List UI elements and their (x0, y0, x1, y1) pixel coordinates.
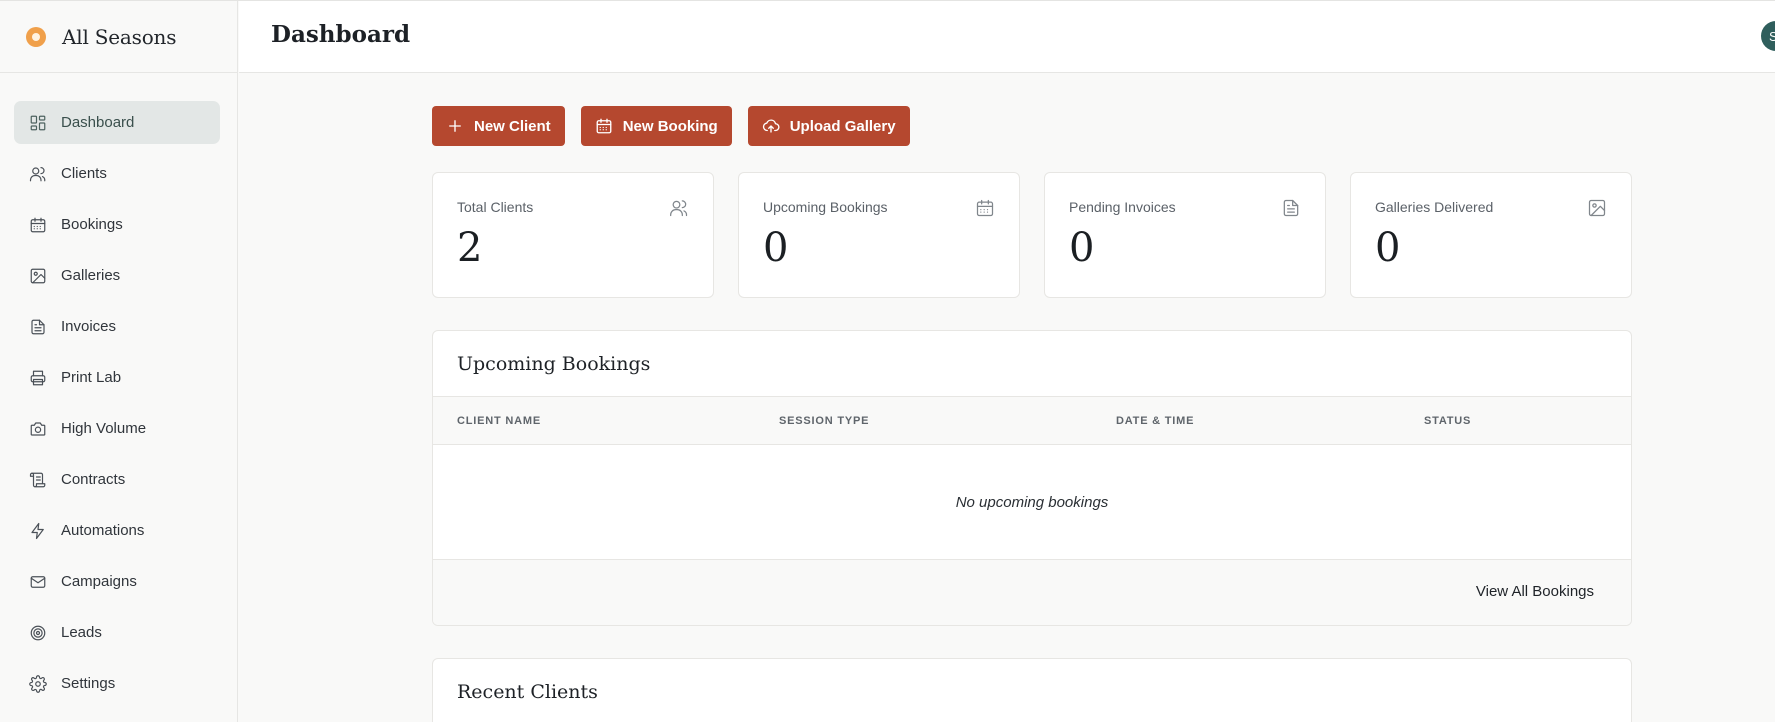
dashboard-icon (29, 114, 47, 132)
sidebar-item-invoices[interactable]: Invoices (14, 305, 220, 348)
calendar-icon (29, 216, 47, 234)
image-icon (29, 267, 47, 285)
calendar-icon (975, 198, 995, 218)
stat-value: 2 (457, 225, 483, 271)
panel-title: Upcoming Bookings (433, 331, 1631, 397)
sidebar-item-label: Print Lab (61, 369, 122, 386)
new-client-button[interactable]: New Client (432, 106, 565, 146)
plus-icon (449, 120, 461, 132)
stat-value: 0 (763, 225, 789, 271)
column-header: DATE & TIME (1116, 415, 1195, 427)
sidebar-item-automations[interactable]: Automations (14, 509, 220, 552)
new-booking-label: New Booking (622, 117, 718, 135)
target-icon (29, 624, 47, 642)
new-booking-button[interactable]: New Booking (580, 106, 732, 146)
stat-card-upcoming-bookings: Upcoming Bookings 0 (738, 172, 1020, 298)
view-all-bookings-link[interactable]: View All Bookings (1476, 583, 1594, 600)
sidebar-item-label: Automations (61, 522, 145, 539)
sidebar-item-label: Campaigns (61, 573, 137, 590)
sidebar-item-settings[interactable]: Settings (14, 662, 220, 705)
stat-card-galleries-delivered: Galleries Delivered 0 (1350, 172, 1632, 298)
sidebar-item-galleries[interactable]: Galleries (14, 254, 220, 297)
panel-title: Recent Clients (457, 681, 598, 703)
sidebar-item-bookings[interactable]: Bookings (14, 203, 220, 246)
stat-label: Upcoming Bookings (763, 199, 888, 215)
brand-logo-icon (26, 26, 46, 47)
avatar[interactable]: S (1761, 21, 1775, 51)
sidebar-item-campaigns[interactable]: Campaigns (14, 560, 220, 603)
users-icon (29, 165, 47, 183)
sidebar-item-label: Contracts (61, 471, 126, 488)
cloud-upload-icon (762, 119, 780, 133)
sidebar-item-dashboard[interactable]: Dashboard (14, 101, 220, 144)
stat-card-total-clients: Total Clients 2 (432, 172, 714, 298)
stat-value: 0 (1375, 225, 1401, 271)
column-header: STATUS (1424, 415, 1472, 427)
sidebar-item-high-volume[interactable]: High Volume (14, 407, 220, 450)
document-icon (1281, 198, 1301, 218)
sidebar-item-leads[interactable]: Leads (14, 611, 220, 654)
printer-icon (29, 369, 47, 387)
column-header: SESSION TYPE (779, 415, 870, 427)
recent-clients-panel: Recent Clients (432, 658, 1632, 722)
new-client-label: New Client (474, 117, 551, 135)
upcoming-bookings-panel: Upcoming Bookings CLIENT NAME SESSION TY… (432, 330, 1632, 626)
top-header: Dashboard S (239, 1, 1775, 73)
table-header: CLIENT NAME SESSION TYPE DATE & TIME STA… (433, 397, 1631, 445)
sidebar-item-label: Galleries (61, 267, 121, 284)
sidebar: All Seasons Dashboard Clients Bookings G… (0, 1, 238, 722)
sidebar-item-label: Leads (61, 624, 102, 641)
page-title: Dashboard (271, 21, 411, 48)
stat-value: 0 (1069, 225, 1095, 271)
users-icon (669, 198, 689, 218)
sidebar-item-label: Bookings (61, 216, 123, 233)
image-icon (1587, 198, 1607, 218)
sidebar-item-label: Dashboard (61, 114, 135, 131)
quick-actions: New Client New Booking Upload Gallery (432, 106, 1632, 146)
main-content: New Client New Booking Upload Gallery To… (432, 106, 1632, 722)
brand-name: All Seasons (62, 24, 177, 49)
camera-icon (29, 420, 47, 438)
sidebar-item-print-lab[interactable]: Print Lab (14, 356, 220, 399)
sidebar-item-label: High Volume (61, 420, 147, 437)
stat-label: Galleries Delivered (1375, 199, 1494, 215)
stats-row: Total Clients 2 Upcoming Bookings 0 Pend… (432, 172, 1632, 298)
sidebar-item-clients[interactable]: Clients (14, 152, 220, 195)
empty-state: No upcoming bookings (433, 445, 1631, 560)
stat-label: Total Clients (457, 199, 534, 215)
bolt-icon (29, 522, 47, 540)
sidebar-item-contracts[interactable]: Contracts (14, 458, 220, 501)
app-root: All Seasons Dashboard Clients Bookings G… (0, 0, 1775, 722)
panel-footer: View All Bookings (433, 560, 1631, 625)
scroll-icon (29, 471, 47, 489)
stat-label: Pending Invoices (1069, 199, 1176, 215)
calendar-icon (596, 118, 612, 134)
sidebar-item-label: Settings (61, 675, 116, 692)
sidebar-item-label: Clients (61, 165, 107, 182)
mail-icon (29, 573, 47, 591)
upload-gallery-button[interactable]: Upload Gallery (747, 106, 910, 146)
upload-gallery-label: Upload Gallery (789, 117, 896, 135)
sidebar-nav: Dashboard Clients Bookings Galleries Inv… (0, 73, 237, 705)
brand[interactable]: All Seasons (0, 1, 237, 73)
column-header: CLIENT NAME (457, 415, 541, 427)
gear-icon (29, 674, 47, 693)
stat-card-pending-invoices: Pending Invoices 0 (1044, 172, 1326, 298)
document-icon (29, 318, 47, 336)
sidebar-item-label: Invoices (61, 318, 117, 335)
